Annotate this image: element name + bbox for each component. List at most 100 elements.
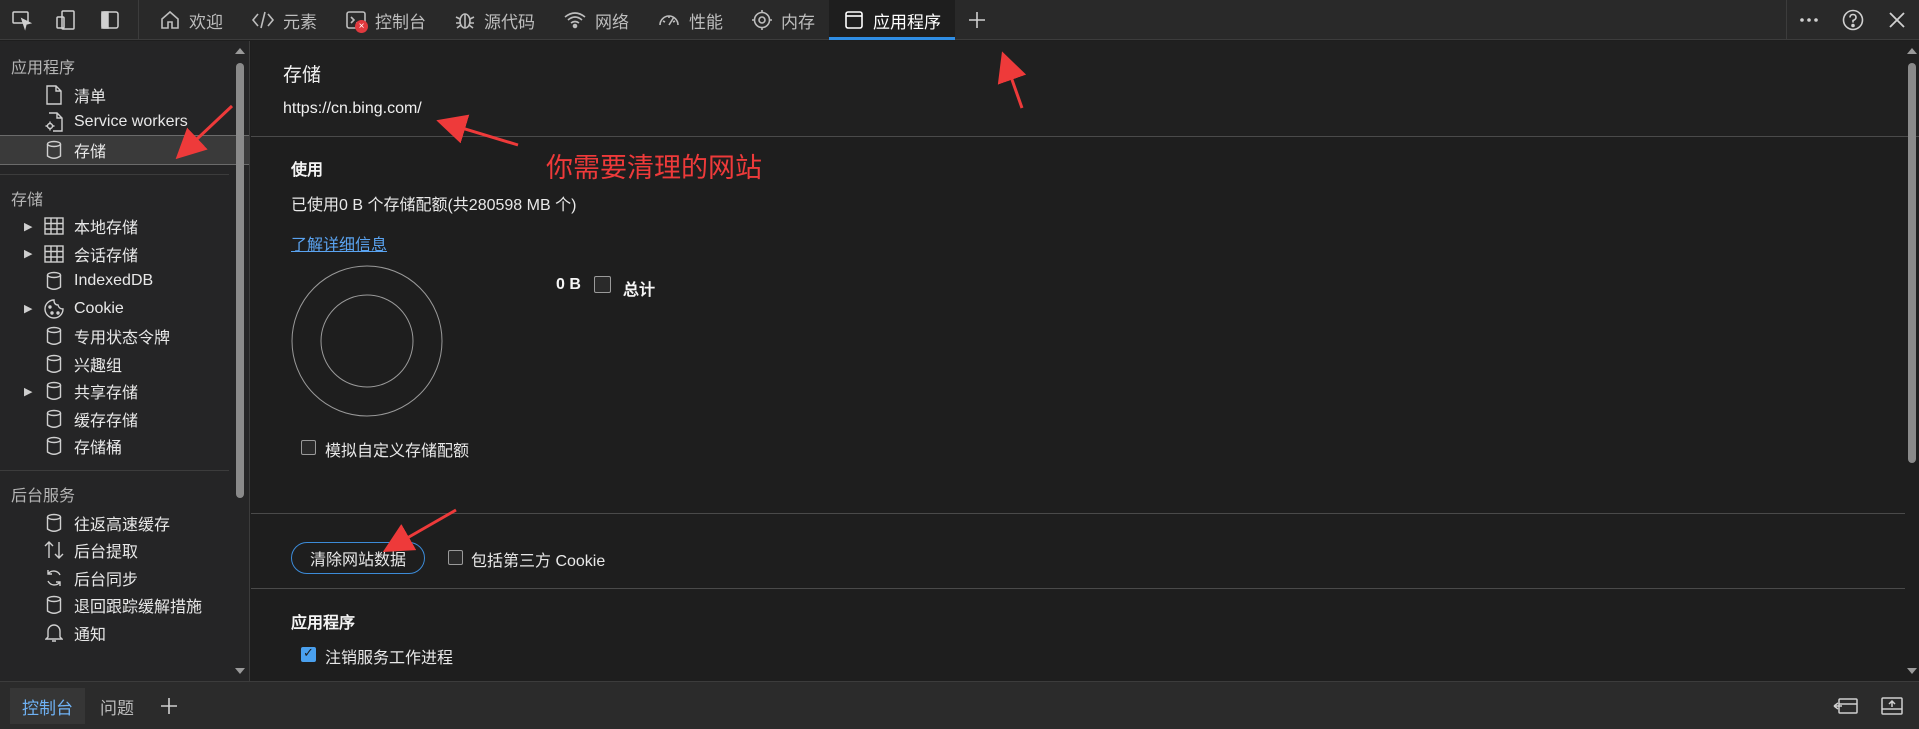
database-icon (43, 380, 65, 402)
sidebar-item-label: Service workers (74, 113, 188, 131)
wifi-icon (564, 12, 586, 29)
learn-more-link[interactable]: 了解详细信息 (291, 231, 387, 255)
tab-label: 内存 (781, 12, 815, 32)
sidebar-item-storage-buckets[interactable]: 存储桶 (0, 433, 249, 461)
unregister-sw-checkbox[interactable] (301, 645, 316, 662)
database-icon (43, 270, 65, 292)
expand-arrow-icon[interactable]: ▶ (24, 385, 34, 398)
sidebar-item-label: 共享存储 (74, 385, 139, 403)
sidebar-item-label: 缓存存储 (74, 412, 139, 430)
window-icon (845, 11, 863, 29)
sidebar-item-label: 存储桶 (74, 440, 123, 458)
tab-welcome[interactable]: 欢迎 (145, 0, 237, 40)
sidebar-item-label: 专用状态令牌 (74, 330, 171, 348)
sidebar-item-cookie[interactable]: ▶ Cookie (0, 295, 249, 323)
sidebar-item-session-storage[interactable]: ▶ 会话存储 (0, 240, 249, 268)
third-party-cookie-label: 包括第三方 Cookie (471, 553, 606, 570)
more-icon[interactable] (1787, 0, 1831, 39)
tab-label: 控制台 (375, 12, 426, 32)
tab-label: 性能 (689, 12, 723, 32)
gauge-icon (659, 15, 679, 26)
gear-icon (752, 10, 772, 30)
sidebar-item-bfcache[interactable]: 往返高速缓存 (0, 509, 249, 537)
grid-icon (43, 215, 65, 237)
sidebar-section-application: 应用程序 (11, 60, 76, 77)
dock-icon[interactable] (1833, 695, 1859, 722)
sidebar-item-background-fetch[interactable]: 后台提取 (0, 537, 249, 565)
tab-label: 网络 (595, 12, 629, 32)
sidebar-item-shared-storage[interactable]: ▶ 共享存储 (0, 378, 249, 406)
total-color-swatch (594, 276, 611, 293)
inspect-icon[interactable] (0, 0, 44, 39)
code-icon (251, 11, 275, 29)
tab-application[interactable]: 应用程序 (829, 0, 955, 40)
divider (251, 588, 1905, 589)
database-icon (43, 325, 65, 347)
expand-arrow-icon[interactable]: ▶ (24, 247, 34, 260)
drawer-toolbar: 控制台 问题 (0, 681, 1919, 729)
file-icon (43, 84, 65, 106)
sidebar-item-label: 往返高速缓存 (74, 516, 171, 534)
database-icon (43, 594, 65, 616)
sidebar-item-label: 本地存储 (74, 220, 139, 238)
total-value: 0 B (556, 276, 581, 293)
main-scrollbar[interactable] (1905, 41, 1919, 681)
undock-drawer-icon[interactable] (1880, 695, 1904, 722)
annotation-text: 你需要清理的网站 (546, 153, 762, 183)
sidebar-item-manifest[interactable]: 清单 (0, 81, 249, 109)
cookie-icon (43, 298, 65, 320)
sidebar-item-cache-storage[interactable]: 缓存存储 (0, 405, 249, 433)
sidebar-item-notifications[interactable]: 通知 (0, 619, 249, 647)
storage-panel: 存储 https://cn.bing.com/ 使用 已使用0 B 个存储配额(… (251, 41, 1919, 681)
sidebar-item-background-sync[interactable]: 后台同步 (0, 564, 249, 592)
simulate-quota-label: 模拟自定义存储配额 (325, 443, 470, 460)
drawer-tab-issues[interactable]: 问题 (88, 688, 146, 724)
sidebar-item-local-storage[interactable]: ▶ 本地存储 (0, 213, 249, 241)
tab-performance[interactable]: 性能 (643, 0, 737, 40)
sidebar-item-label: 退回跟踪缓解措施 (74, 599, 203, 617)
sidebar-item-private-state-tokens[interactable]: 专用状态令牌 (0, 323, 249, 351)
divider (251, 513, 1905, 514)
sidebar-item-service-workers[interactable]: Service workers (0, 109, 249, 137)
drawer-tab-console[interactable]: 控制台 (10, 688, 85, 724)
third-party-cookie-checkbox[interactable] (448, 550, 463, 565)
page-title: 存储 (283, 65, 322, 86)
simulate-quota-checkbox[interactable] (301, 440, 316, 455)
sidebar-scrollbar[interactable] (233, 41, 247, 681)
expand-arrow-icon[interactable]: ▶ (24, 302, 34, 315)
tab-memory[interactable]: 内存 (737, 0, 829, 40)
tab-console[interactable]: × 控制台 (331, 0, 440, 40)
database-icon (43, 408, 65, 430)
sidebar-toggle-icon[interactable] (88, 0, 132, 39)
sidebar-item-label: Cookie (74, 299, 124, 317)
expand-arrow-icon[interactable]: ▶ (24, 220, 34, 233)
application-sidebar: 应用程序 清单 Service workers 存储 存储 ▶ 本地存储 ▶ 会… (0, 41, 250, 681)
storage-header: 存储 https://cn.bing.com/ (251, 41, 1919, 137)
add-drawer-tab-icon[interactable] (158, 695, 180, 722)
database-icon (43, 435, 65, 457)
sidebar-item-label: 清单 (74, 88, 107, 106)
clear-site-data-button[interactable]: 清除网站数据 (291, 542, 425, 574)
sidebar-item-bounce-tracking[interactable]: 退回跟踪缓解措施 (0, 592, 249, 620)
usage-section-title: 使用 (291, 162, 324, 179)
tab-network[interactable]: 网络 (549, 0, 643, 40)
sidebar-item-label: 会话存储 (74, 247, 139, 265)
tab-label: 应用程序 (873, 12, 941, 32)
database-icon (43, 353, 65, 375)
tab-label: 源代码 (484, 12, 535, 32)
sidebar-item-storage[interactable]: 存储 (0, 135, 249, 165)
sidebar-item-label: 通知 (74, 626, 107, 644)
sidebar-item-interest-groups[interactable]: 兴趣组 (0, 350, 249, 378)
add-tab-icon[interactable] (955, 0, 999, 39)
tab-elements[interactable]: 元素 (237, 0, 331, 40)
home-icon (161, 10, 179, 29)
help-icon[interactable] (1831, 0, 1875, 39)
sidebar-item-indexeddb[interactable]: IndexedDB (0, 268, 249, 296)
tab-sources[interactable]: 源代码 (440, 0, 549, 40)
app-section-title: 应用程序 (291, 615, 356, 632)
device-emulation-icon[interactable] (44, 0, 88, 39)
database-icon (43, 139, 65, 161)
sync-icon (43, 567, 65, 589)
close-icon[interactable] (1875, 0, 1919, 39)
origin-url: https://cn.bing.com/ (283, 100, 422, 117)
